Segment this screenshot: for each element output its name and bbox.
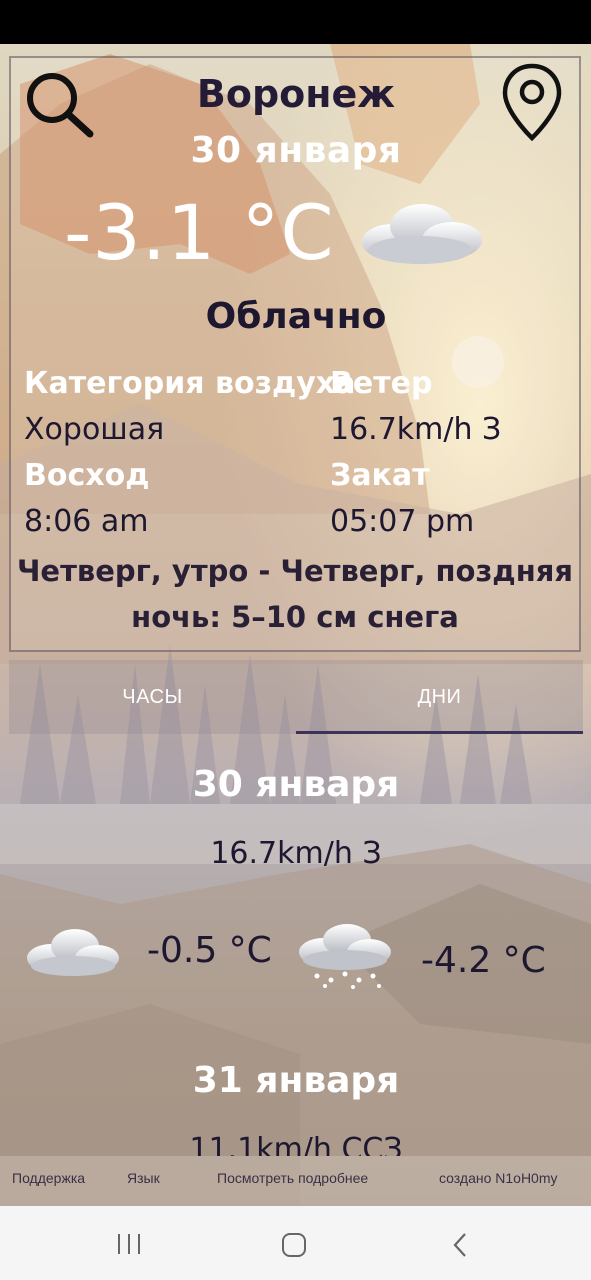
current-temperature: -3.1 °C [64,188,335,277]
day-temperature: -0.5 °C [147,930,272,971]
sunset-label: Закат [330,458,430,493]
daily-forecast-list[interactable]: 30 января 16.7km/h З -0.5 °C -4.2 °C 31 … [9,740,583,1156]
air-quality-label: Категория воздуха [24,366,356,401]
wind-value: 16.7km/h З [330,412,502,447]
see-more-link[interactable]: Посмотреть подробнее [217,1170,368,1186]
tab-hours[interactable]: ЧАСЫ [9,660,296,734]
weather-condition: Облачно [205,296,387,337]
city-name[interactable]: Воронеж [120,72,472,116]
forecast-note-line: Четверг, утро - Четверг, поздняя [16,554,574,588]
search-icon[interactable] [24,70,94,140]
tab-days[interactable]: ДНИ [296,660,583,734]
status-bar [0,0,591,44]
day-date: 30 января [192,764,400,805]
current-date: 30 января [190,130,402,171]
location-pin-icon[interactable] [500,62,564,142]
support-link[interactable]: Поддержка [12,1170,85,1186]
language-link[interactable]: Язык [127,1170,160,1186]
precipitation-forecast-note: Четверг, утро - Четверг, поздняя ночь: 5… [14,548,576,640]
home-icon[interactable] [281,1232,307,1258]
day-wind: 11.1km/h ССЗ [189,1132,403,1156]
cloud-icon [356,196,486,272]
system-navigation-bar [0,1206,591,1280]
forecast-note-line: ночь: 5–10 см снега [131,600,459,634]
view-tabs: ЧАСЫ ДНИ [9,660,583,734]
credit-link[interactable]: создано N1oH0my [439,1170,558,1186]
night-temperature: -4.2 °C [421,940,546,981]
recent-apps-icon[interactable] [116,1232,142,1256]
selected-tab-indicator [296,731,583,734]
cloud-icon [23,922,123,982]
sunrise-label: Восход [24,458,150,493]
wind-label: Ветер [330,366,433,401]
sunset-value: 05:07 pm [330,504,475,539]
air-quality-value: Хорошая [24,412,165,447]
back-icon[interactable] [450,1232,470,1258]
snow-cloud-icon [295,922,395,992]
day-date: 31 января [192,1060,400,1101]
sunrise-value: 8:06 am [24,504,149,539]
day-wind: 16.7km/h З [210,836,382,871]
weather-app-screen: Воронеж 30 января -3.1 °C Облачно Катего… [0,0,591,1280]
